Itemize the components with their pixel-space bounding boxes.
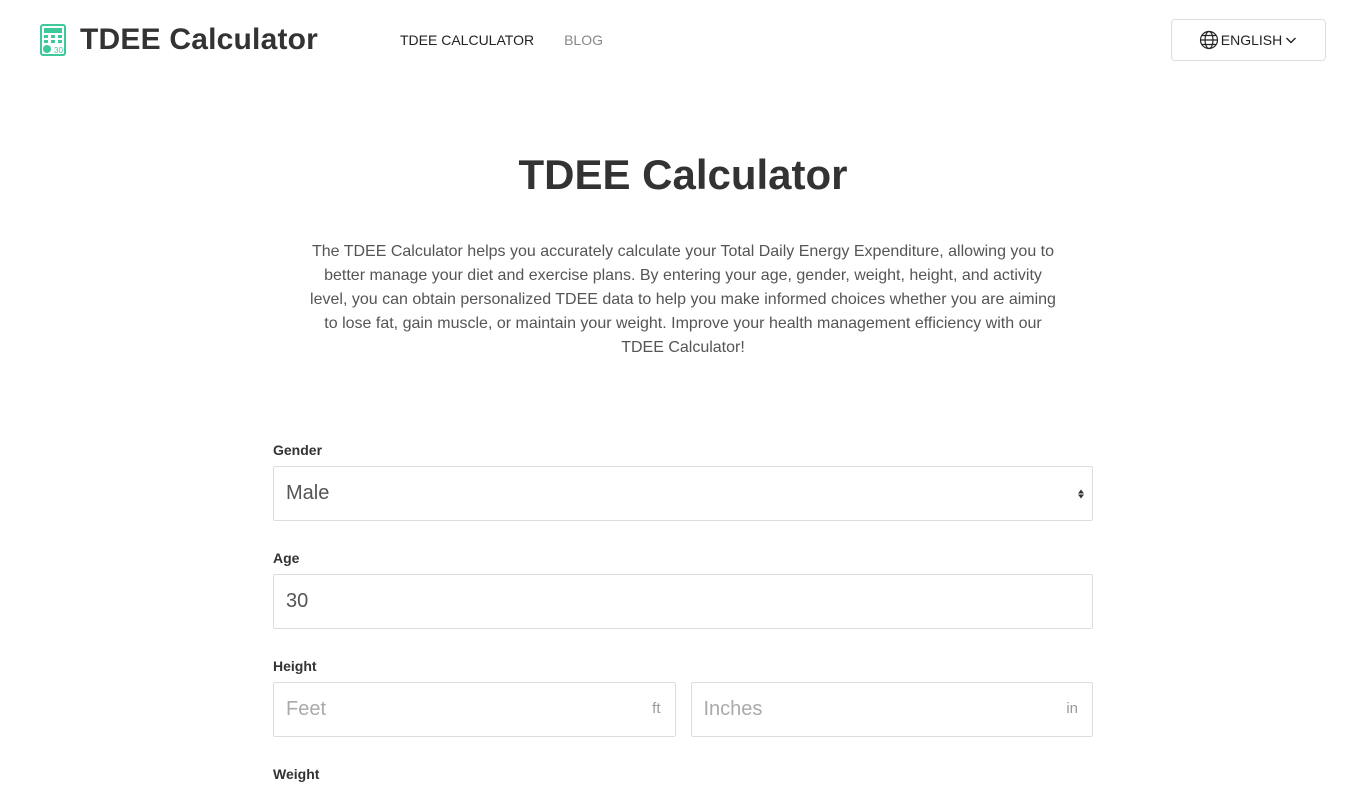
language-label: ENGLISH [1220, 32, 1283, 48]
gender-label: Gender [273, 442, 323, 458]
select-arrows-icon [1078, 489, 1084, 498]
weight-label: Weight [273, 766, 320, 782]
feet-unit: ft [652, 700, 661, 717]
weight-field: Weight [273, 764, 1093, 784]
age-field: Age 30 [273, 548, 1093, 629]
feet-placeholder: Feet [286, 698, 327, 720]
tdee-form: Gender Male Age 30 Height Feet ft Inches… [273, 440, 1093, 811]
height-field: Height Feet ft Inches in [273, 656, 1093, 737]
main-nav: TDEE CALCULATOR BLOG [400, 31, 603, 49]
intro-paragraph: The TDEE Calculator helps you accurately… [310, 243, 1056, 356]
age-value: 30 [286, 590, 309, 612]
gender-select[interactable]: Male [273, 466, 1093, 521]
nav-tdee-calculator[interactable]: TDEE CALCULATOR [400, 31, 534, 49]
language-selector[interactable]: ENGLISH [1171, 19, 1326, 61]
nav-blog[interactable]: BLOG [564, 31, 603, 49]
gender-value: Male [286, 482, 330, 504]
site-logo[interactable]: 30 TDEE Calculator [40, 24, 318, 56]
height-inputs: Feet ft Inches in [273, 682, 1093, 737]
globe-icon [1199, 30, 1218, 50]
site-header: 30 TDEE Calculator TDEE CALCULATOR BLOG … [0, 0, 1366, 80]
height-label: Height [273, 658, 317, 674]
height-feet-input[interactable]: Feet ft [273, 682, 676, 737]
calculator-logo-icon: 30 [40, 24, 66, 56]
age-label: Age [273, 550, 300, 566]
inches-unit: in [1066, 700, 1078, 717]
chevron-down-icon [1286, 37, 1297, 44]
inches-placeholder: Inches [703, 698, 763, 720]
svg-text:30: 30 [54, 46, 63, 55]
age-input[interactable]: 30 [273, 574, 1093, 629]
height-inches-input[interactable]: Inches in [690, 682, 1093, 737]
page-title: TDEE Calculator [518, 151, 848, 198]
logo-text: TDEE Calculator [80, 23, 319, 56]
gender-field: Gender Male [273, 440, 1093, 521]
